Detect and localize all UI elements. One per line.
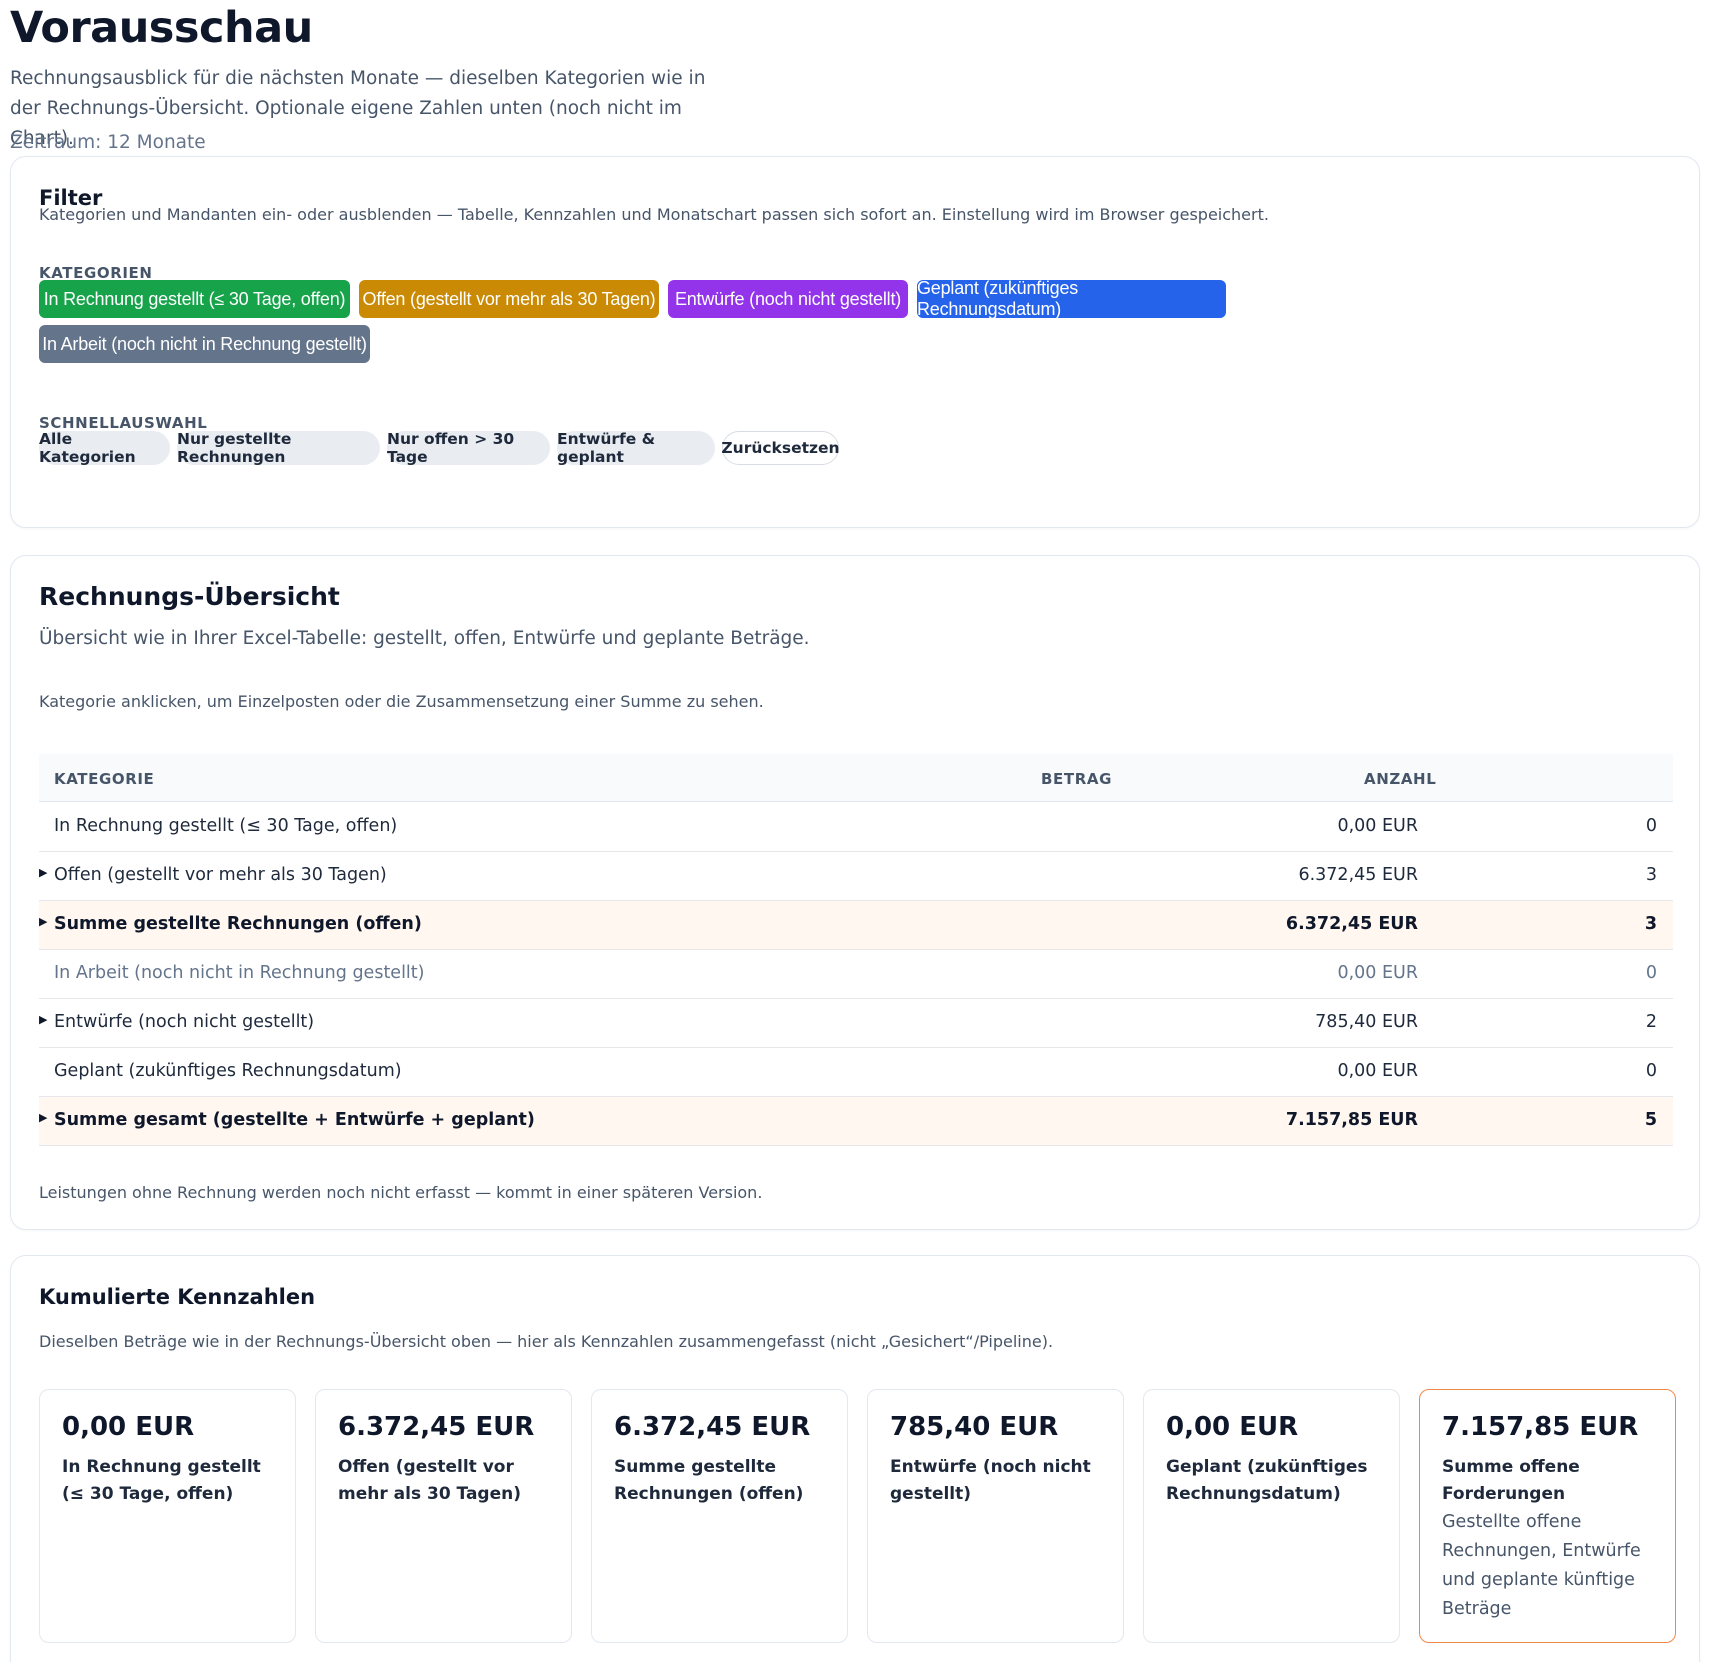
quick-billed-only-button[interactable]: Nur gestellte Rechnungen — [177, 430, 380, 466]
kpi-value: 6.372,45 EUR — [338, 1412, 535, 1442]
row-label: Geplant (zukünftiges Rechnungsdatum) — [54, 1061, 402, 1081]
kpi-value: 6.372,45 EUR — [614, 1412, 811, 1442]
row-amount: 0,00 EUR — [1337, 963, 1418, 983]
row-count: 3 — [1645, 865, 1657, 885]
kpi-label: Summe offene Forderungen — [1442, 1457, 1580, 1504]
row-label: Summe gestellte Rechnungen (offen) — [54, 914, 422, 934]
category-chip-in-progress[interactable]: In Arbeit (noch nicht in Rechnung gestel… — [39, 325, 370, 363]
row-count: 2 — [1645, 1012, 1657, 1032]
row-count: 0 — [1645, 1061, 1657, 1081]
kpi-label: In Rechnung gestellt (≤ 30 Tage, offen) — [62, 1457, 261, 1504]
kpi-label: Geplant (zukünftiges Rechnungsdatum) — [1166, 1457, 1368, 1504]
quick-drafts-planned-button[interactable]: Entwürfe & geplant — [557, 430, 715, 466]
category-chip-open[interactable]: Offen (gestellt vor mehr als 30 Tagen) — [359, 280, 659, 318]
table-row-sum[interactable]: ▶ Summe gesamt (gestellte + Entwürfe + g… — [39, 1097, 1673, 1146]
overview-card: Rechnungs-Übersicht Übersicht wie in Ihr… — [10, 555, 1700, 1230]
kpi-value: 0,00 EUR — [1166, 1412, 1299, 1442]
page-title: Vorausschau — [10, 3, 313, 53]
expand-caret-icon: ▶ — [39, 915, 48, 928]
kpi-tile-total-receivables: 7.157,85 EUR Summe offene Forderungen Ge… — [1419, 1389, 1676, 1643]
filter-description: Kategorien und Mandanten ein- oder ausbl… — [39, 205, 1269, 224]
row-amount: 6.372,45 EUR — [1285, 914, 1418, 934]
kpi-description: Dieselben Beträge wie in der Rechnungs-Ü… — [39, 1332, 1054, 1351]
row-count: 0 — [1645, 963, 1657, 983]
row-amount: 785,40 EUR — [1315, 1012, 1418, 1032]
row-count: 0 — [1645, 816, 1657, 836]
period-label: Zeitraum: 12 Monate — [10, 132, 206, 153]
row-amount: 6.372,45 EUR — [1298, 865, 1418, 885]
expand-caret-icon: ▶ — [39, 866, 48, 879]
reset-button[interactable]: Zurücksetzen — [721, 431, 840, 465]
kpi-title: Kumulierte Kennzahlen — [39, 1285, 316, 1309]
category-chip-planned[interactable]: Geplant (zukünftiges Rechnungsdatum) — [917, 278, 1226, 319]
row-amount: 0,00 EUR — [1337, 816, 1418, 836]
row-label: In Arbeit (noch nicht in Rechnung gestel… — [54, 963, 425, 983]
kpi-value: 0,00 EUR — [62, 1412, 195, 1442]
kpi-tile-planned: 0,00 EUR Geplant (zukünftiges Rechnungsd… — [1143, 1389, 1400, 1643]
table-row[interactable]: Geplant (zukünftiges Rechnungsdatum) 0,0… — [39, 1048, 1673, 1097]
quick-open-over-30-button[interactable]: Nur offen > 30 Tage — [387, 430, 550, 466]
column-header-category: KATEGORIE — [54, 770, 155, 788]
overview-footnote: Leistungen ohne Rechnung werden noch nic… — [39, 1183, 763, 1202]
kpi-tile-drafts: 785,40 EUR Entwürfe (noch nicht gestellt… — [867, 1389, 1124, 1643]
expand-caret-icon: ▶ — [39, 1111, 48, 1124]
overview-title: Rechnungs-Übersicht — [39, 582, 340, 611]
table-header: KATEGORIE BETRAG ANZAHL — [39, 754, 1673, 802]
row-label: Entwürfe (noch nicht gestellt) — [54, 1012, 315, 1032]
column-header-count: ANZAHL — [1364, 770, 1437, 788]
column-header-amount: BETRAG — [1041, 770, 1112, 788]
kpi-value: 785,40 EUR — [890, 1412, 1059, 1442]
kpi-tile-open: 6.372,45 EUR Offen (gestellt vor mehr al… — [315, 1389, 572, 1643]
row-count: 5 — [1644, 1110, 1657, 1130]
expand-caret-icon: ▶ — [39, 1013, 48, 1026]
overview-subtitle: Übersicht wie in Ihrer Excel-Tabelle: ge… — [39, 628, 810, 649]
row-amount: 7.157,85 EUR — [1285, 1110, 1418, 1130]
table-row[interactable]: ▶ Entwürfe (noch nicht gestellt) 785,40 … — [39, 999, 1673, 1048]
table-row[interactable]: ▶ Offen (gestellt vor mehr als 30 Tagen)… — [39, 852, 1673, 901]
kpi-label: Summe gestellte Rechnungen (offen) — [614, 1457, 804, 1504]
quick-all-categories-button[interactable]: Alle Kategorien — [39, 430, 170, 466]
row-label: Offen (gestellt vor mehr als 30 Tagen) — [54, 865, 387, 885]
table-row[interactable]: In Rechnung gestellt (≤ 30 Tage, offen) … — [39, 803, 1673, 852]
kpi-label: Entwürfe (noch nicht gestellt) — [890, 1457, 1091, 1504]
kpi-tile-billed-sum: 6.372,45 EUR Summe gestellte Rechnungen … — [591, 1389, 848, 1643]
category-chip-drafts[interactable]: Entwürfe (noch nicht gestellt) — [668, 280, 908, 318]
kpi-label: Offen (gestellt vor mehr als 30 Tagen) — [338, 1457, 522, 1504]
table-row[interactable]: In Arbeit (noch nicht in Rechnung gestel… — [39, 950, 1673, 999]
row-label: Summe gesamt (gestellte + Entwürfe + gep… — [54, 1110, 535, 1130]
kpi-card: Kumulierte Kennzahlen Dieselben Beträge … — [10, 1255, 1700, 1662]
row-count: 3 — [1644, 914, 1657, 934]
kpi-tile-billed: 0,00 EUR In Rechnung gestellt (≤ 30 Tage… — [39, 1389, 296, 1643]
category-chip-billed[interactable]: In Rechnung gestellt (≤ 30 Tage, offen) — [39, 280, 350, 318]
kpi-value: 7.157,85 EUR — [1442, 1412, 1639, 1442]
overview-hint: Kategorie anklicken, um Einzelposten ode… — [39, 692, 764, 711]
row-label: In Rechnung gestellt (≤ 30 Tage, offen) — [54, 816, 398, 836]
table-row-sum[interactable]: ▶ Summe gestellte Rechnungen (offen) 6.3… — [39, 901, 1673, 950]
kpi-note: Gestellte offene Rechnungen, Entwürfe un… — [1442, 1512, 1641, 1619]
filter-card: Filter Kategorien und Mandanten ein- ode… — [10, 156, 1700, 528]
row-amount: 0,00 EUR — [1337, 1061, 1418, 1081]
